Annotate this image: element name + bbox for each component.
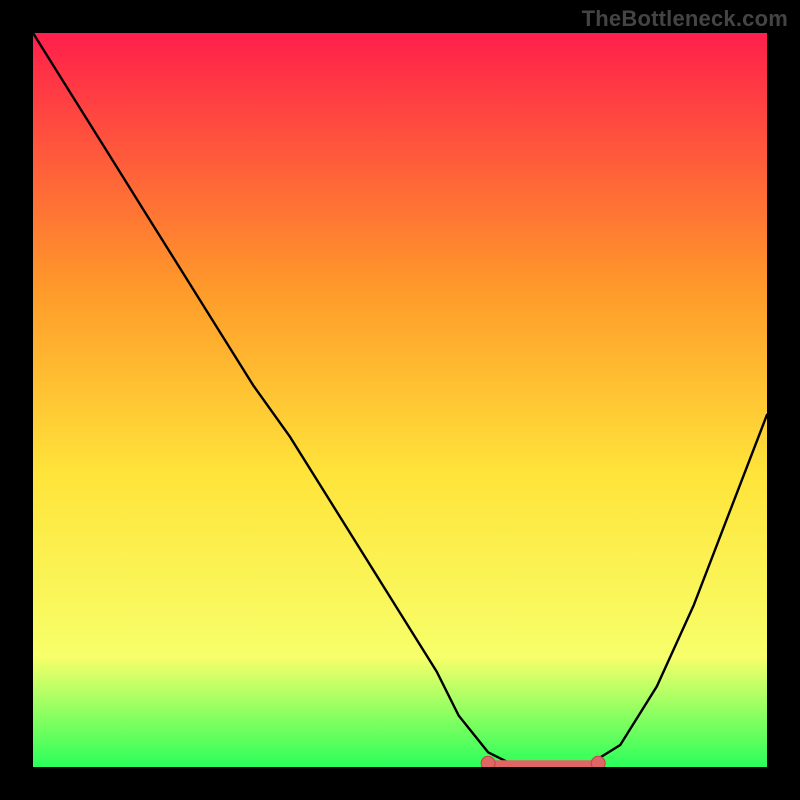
chart-container: TheBottleneck.com xyxy=(0,0,800,800)
gradient-background xyxy=(33,33,767,767)
watermark-text: TheBottleneck.com xyxy=(582,6,788,32)
plot-area xyxy=(33,33,767,767)
bottleneck-chart xyxy=(33,33,767,767)
marker-right xyxy=(591,756,605,767)
marker-left xyxy=(481,756,495,767)
